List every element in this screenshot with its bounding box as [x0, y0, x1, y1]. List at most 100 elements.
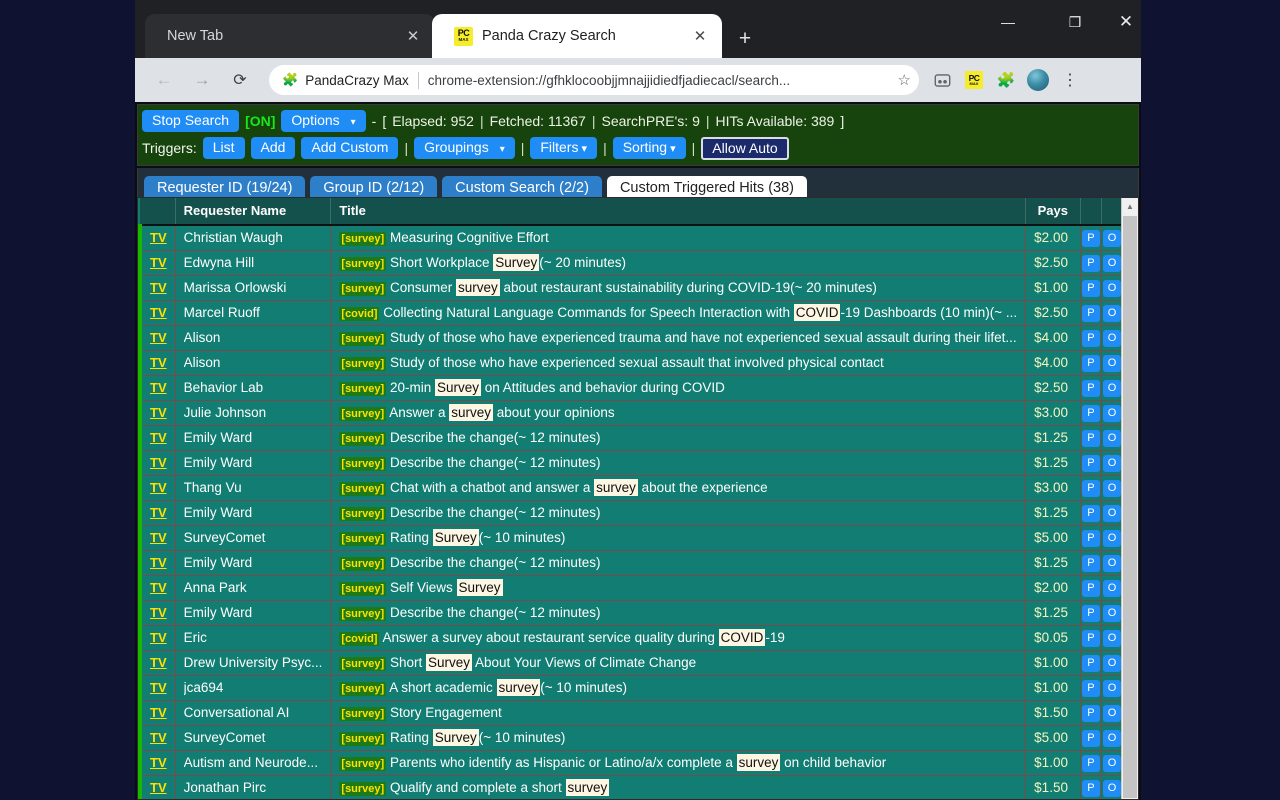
col-requester-name[interactable]: Requester Name: [175, 198, 331, 225]
action-preview-button[interactable]: P: [1082, 405, 1100, 422]
table-row[interactable]: TVEmily Ward[survey] Describe the change…: [140, 501, 1121, 526]
reload-icon[interactable]: ⟳: [225, 65, 255, 95]
close-window-button[interactable]: ✕: [1103, 0, 1141, 44]
table-row[interactable]: TVBehavior Lab[survey] 20-min Survey on …: [140, 376, 1121, 401]
back-icon[interactable]: ←: [149, 65, 179, 95]
table-row[interactable]: TVDrew University Psyc...[survey] Short …: [140, 651, 1121, 676]
tv-link[interactable]: TV: [150, 505, 167, 520]
new-tab-button[interactable]: +: [730, 24, 760, 54]
table-row[interactable]: TVEric[covid] Answer a survey about rest…: [140, 626, 1121, 651]
action-options-button[interactable]: O: [1103, 605, 1121, 622]
action-preview-button[interactable]: P: [1082, 730, 1100, 747]
filters-dropdown[interactable]: Filters: [530, 137, 597, 160]
tv-link[interactable]: TV: [150, 630, 167, 645]
tv-link[interactable]: TV: [150, 480, 167, 495]
action-options-button[interactable]: O: [1103, 480, 1121, 497]
action-preview-button[interactable]: P: [1082, 480, 1100, 497]
action-preview-button[interactable]: P: [1082, 555, 1100, 572]
table-row[interactable]: TVSurveyComet[survey] Rating Survey(~ 10…: [140, 726, 1121, 751]
table-row[interactable]: TVEmily Ward[survey] Describe the change…: [140, 426, 1121, 451]
action-options-button[interactable]: O: [1103, 505, 1121, 522]
tv-link[interactable]: TV: [150, 555, 167, 570]
address-bar[interactable]: 🧩 PandaCrazy Max chrome-extension://gfhk…: [269, 65, 919, 95]
browser-tab-new-tab[interactable]: New Tab ✕: [145, 14, 435, 58]
extensions-puzzle-icon[interactable]: 🧩: [992, 66, 1020, 94]
stop-search-button[interactable]: Stop Search: [142, 110, 239, 133]
action-options-button[interactable]: O: [1103, 380, 1121, 397]
action-preview-button[interactable]: P: [1082, 505, 1100, 522]
action-preview-button[interactable]: P: [1082, 755, 1100, 772]
action-preview-button[interactable]: P: [1082, 680, 1100, 697]
tv-link[interactable]: TV: [150, 380, 167, 395]
tv-link[interactable]: TV: [150, 605, 167, 620]
col-pays[interactable]: Pays: [1026, 198, 1081, 225]
action-preview-button[interactable]: P: [1082, 780, 1100, 797]
table-row[interactable]: TVAutism and Neurode...[survey] Parents …: [140, 751, 1121, 776]
action-options-button[interactable]: O: [1103, 355, 1121, 372]
tv-link[interactable]: TV: [150, 430, 167, 445]
action-options-button[interactable]: O: [1103, 280, 1121, 297]
action-options-button[interactable]: O: [1103, 230, 1121, 247]
browser-tab-panda-crazy-search[interactable]: PC MAX Panda Crazy Search ✕: [432, 14, 722, 58]
action-preview-button[interactable]: P: [1082, 580, 1100, 597]
table-row[interactable]: TVEdwyna Hill[survey] Short Workplace Su…: [140, 251, 1121, 276]
action-options-button[interactable]: O: [1103, 730, 1121, 747]
allow-auto-button[interactable]: Allow Auto: [701, 137, 788, 160]
action-options-button[interactable]: O: [1103, 580, 1121, 597]
action-options-button[interactable]: O: [1103, 430, 1121, 447]
tv-link[interactable]: TV: [150, 455, 167, 470]
forward-icon[interactable]: →: [187, 65, 217, 95]
table-row[interactable]: TVJonathan Pirc[survey] Qualify and comp…: [140, 776, 1121, 800]
tv-link[interactable]: TV: [150, 230, 167, 245]
triggers-list-button[interactable]: List: [203, 137, 245, 160]
action-preview-button[interactable]: P: [1082, 355, 1100, 372]
table-row[interactable]: TVThang Vu[survey] Chat with a chatbot a…: [140, 476, 1121, 501]
vertical-scrollbar[interactable]: ▲: [1121, 198, 1138, 799]
action-options-button[interactable]: O: [1103, 680, 1121, 697]
tv-link[interactable]: TV: [150, 580, 167, 595]
tv-link[interactable]: TV: [150, 355, 167, 370]
tv-link[interactable]: TV: [150, 730, 167, 745]
tv-link[interactable]: TV: [150, 330, 167, 345]
action-options-button[interactable]: O: [1103, 630, 1121, 647]
table-row[interactable]: TVEmily Ward[survey] Describe the change…: [140, 451, 1121, 476]
action-preview-button[interactable]: P: [1082, 230, 1100, 247]
triggers-add-custom-button[interactable]: Add Custom: [301, 137, 398, 160]
table-row[interactable]: TVChristian Waugh[survey] Measuring Cogn…: [140, 225, 1121, 251]
tv-link[interactable]: TV: [150, 655, 167, 670]
table-row[interactable]: TVJulie Johnson[survey] Answer a survey …: [140, 401, 1121, 426]
browser-menu-icon[interactable]: ⋮: [1056, 66, 1084, 94]
action-preview-button[interactable]: P: [1082, 380, 1100, 397]
pcmax-extension-icon[interactable]: PC MAX: [960, 66, 988, 94]
action-options-button[interactable]: O: [1103, 755, 1121, 772]
close-icon[interactable]: ✕: [688, 24, 712, 48]
side-panel-icon[interactable]: [928, 66, 956, 94]
action-preview-button[interactable]: P: [1082, 305, 1100, 322]
groupings-dropdown[interactable]: Groupings▾: [414, 137, 515, 160]
table-row[interactable]: TVAlison[survey] Study of those who have…: [140, 326, 1121, 351]
action-options-button[interactable]: O: [1103, 405, 1121, 422]
bookmark-star-icon[interactable]: ☆: [898, 71, 911, 89]
tv-link[interactable]: TV: [150, 255, 167, 270]
action-preview-button[interactable]: P: [1082, 330, 1100, 347]
tv-link[interactable]: TV: [150, 280, 167, 295]
action-options-button[interactable]: O: [1103, 705, 1121, 722]
action-options-button[interactable]: O: [1103, 305, 1121, 322]
table-row[interactable]: TVjca694[survey] A short academic survey…: [140, 676, 1121, 701]
table-row[interactable]: TVAnna Park[survey] Self Views Survey$2.…: [140, 576, 1121, 601]
action-preview-button[interactable]: P: [1082, 705, 1100, 722]
action-preview-button[interactable]: P: [1082, 430, 1100, 447]
maximize-button[interactable]: ❒: [1052, 0, 1098, 44]
sorting-dropdown[interactable]: Sorting: [613, 137, 686, 160]
table-row[interactable]: TVEmily Ward[survey] Describe the change…: [140, 551, 1121, 576]
action-preview-button[interactable]: P: [1082, 655, 1100, 672]
action-preview-button[interactable]: P: [1082, 530, 1100, 547]
tv-link[interactable]: TV: [150, 405, 167, 420]
table-row[interactable]: TVAlison[survey] Study of those who have…: [140, 351, 1121, 376]
action-preview-button[interactable]: P: [1082, 605, 1100, 622]
table-row[interactable]: TVMarissa Orlowski[survey] Consumer surv…: [140, 276, 1121, 301]
minimize-button[interactable]: —: [985, 0, 1031, 44]
action-options-button[interactable]: O: [1103, 780, 1121, 797]
scroll-up-icon[interactable]: ▲: [1122, 198, 1138, 215]
tv-link[interactable]: TV: [150, 305, 167, 320]
